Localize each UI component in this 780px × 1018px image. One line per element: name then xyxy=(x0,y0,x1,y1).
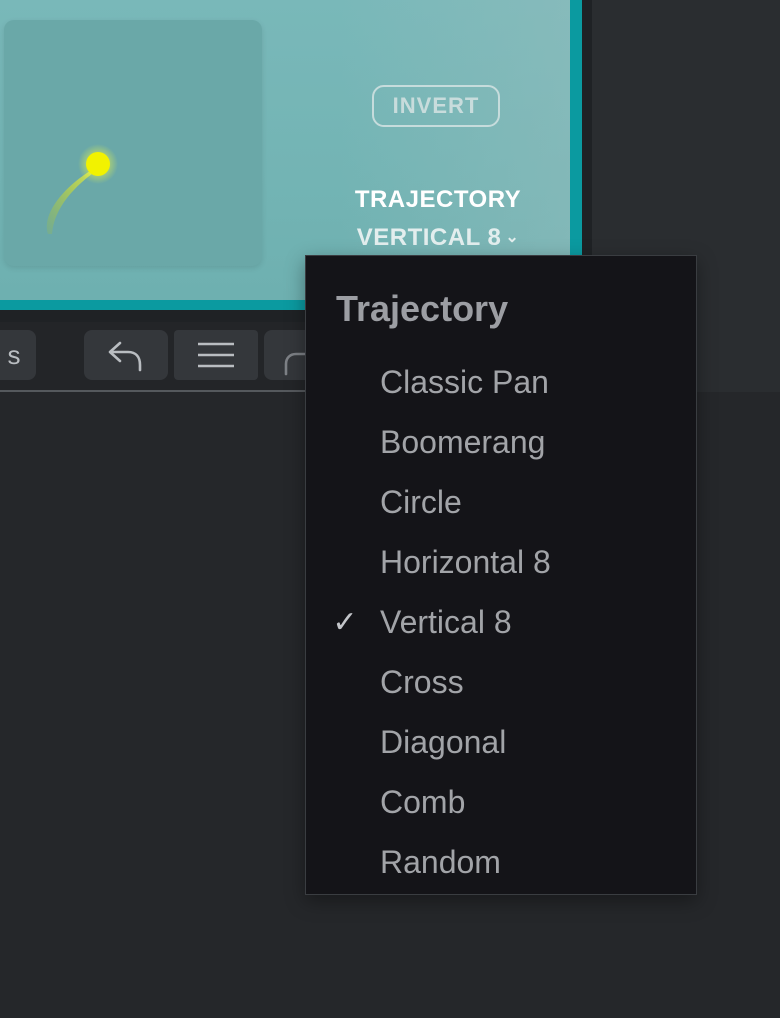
trajectory-value: VERTICAL 8 xyxy=(356,224,502,251)
menu-item-label: Vertical 8 xyxy=(380,603,512,640)
menu-item-vertical-8[interactable]: ✓ Vertical 8 xyxy=(306,596,696,648)
menu-item-label: Classic Pan xyxy=(380,363,549,400)
trajectory-label: TRAJECTORY xyxy=(354,186,522,213)
menu-item-circle[interactable]: Circle xyxy=(306,476,696,528)
trajectory-dropdown-menu: Trajectory Classic Pan Boomerang Circle … xyxy=(305,255,697,895)
trajectory-trail-graphic xyxy=(46,144,118,234)
chevron-down-icon: ⌄ xyxy=(505,229,520,246)
toolbar-left-button-label: s xyxy=(7,339,21,370)
menu-item-label: Circle xyxy=(380,483,462,520)
undo-arrow-icon xyxy=(108,341,142,372)
menu-item-cross[interactable]: Cross xyxy=(306,656,696,708)
trajectory-selector[interactable]: VERTICAL 8 ⌄ xyxy=(340,224,536,252)
menu-item-random[interactable]: Random xyxy=(306,836,696,888)
menu-item-label: Boomerang xyxy=(380,423,546,460)
menu-item-diagonal[interactable]: Diagonal xyxy=(306,716,696,768)
menu-item-label: Random xyxy=(380,843,501,880)
menu-item-boomerang[interactable]: Boomerang xyxy=(306,416,696,468)
undo-button[interactable] xyxy=(84,330,168,380)
dropdown-title: Trajectory xyxy=(336,288,509,329)
menu-item-label: Diagonal xyxy=(380,723,507,760)
menu-item-comb[interactable]: Comb xyxy=(306,776,696,828)
menu-item-label: Horizontal 8 xyxy=(380,543,551,580)
xy-trajectory-pad[interactable] xyxy=(4,20,262,266)
checkmark-icon: ✓ xyxy=(332,604,358,640)
toolbar-left-button[interactable]: s xyxy=(0,330,36,380)
hamburger-menu-icon xyxy=(198,342,234,368)
menu-item-label: Cross xyxy=(380,663,464,700)
menu-item-label: Comb xyxy=(380,783,466,820)
invert-button[interactable]: INVERT xyxy=(372,85,500,127)
menu-button[interactable] xyxy=(174,330,258,380)
menu-item-classic-pan[interactable]: Classic Pan xyxy=(306,356,696,408)
position-dot[interactable] xyxy=(86,152,110,176)
menu-item-horizontal-8[interactable]: Horizontal 8 xyxy=(306,536,696,588)
